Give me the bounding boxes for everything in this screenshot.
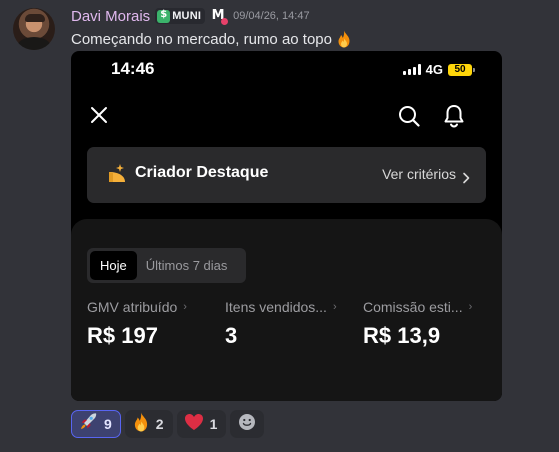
- add-reaction-button[interactable]: [230, 410, 265, 438]
- message-header: Davi Morais MUNI M 09/04/26, 14:47: [71, 7, 310, 25]
- metric-gmv[interactable]: GMV atribuído › R$ 197: [87, 299, 217, 349]
- server-tag-icon[interactable]: M: [210, 8, 229, 25]
- network-type: 4G: [425, 62, 443, 77]
- chevron-right-icon: ›: [183, 301, 187, 313]
- rocket-icon: [78, 412, 98, 436]
- sparkle-megaphone-icon: [107, 163, 127, 185]
- fire-emoji-icon: [336, 30, 352, 48]
- tab-last-7-days[interactable]: Últimos 7 dias: [137, 251, 237, 280]
- red-heart-icon: [184, 413, 204, 435]
- metric-items-sold-label: Itens vendidos...: [225, 299, 327, 315]
- status-bar-indicators: 4G 50: [402, 62, 475, 77]
- period-selector: Hoje Últimos 7 dias: [87, 248, 246, 283]
- smiley-icon: [238, 413, 256, 435]
- reaction-fire[interactable]: 2: [124, 410, 173, 438]
- chat-message: Davi Morais MUNI M 09/04/26, 14:47 Começ…: [0, 0, 559, 452]
- reaction-heart[interactable]: 1: [176, 410, 227, 438]
- bell-icon[interactable]: [443, 104, 465, 128]
- chevron-right-icon: [462, 169, 470, 184]
- reaction-count: 1: [209, 416, 218, 432]
- chevron-right-icon: ›: [332, 301, 337, 313]
- metric-gmv-value: R$ 197: [87, 323, 158, 348]
- signal-icon: [402, 64, 421, 75]
- tab-today[interactable]: Hoje: [90, 251, 137, 280]
- reaction-count: 2: [155, 416, 164, 432]
- stats-panel: Hoje Últimos 7 dias GMV atribuído › R$ 1…: [71, 219, 502, 401]
- attached-screenshot[interactable]: 14:46 4G 50 Criador Destaque Ver critéri…: [71, 51, 502, 401]
- username[interactable]: Davi Morais: [71, 8, 150, 25]
- creator-highlight-banner[interactable]: Criador Destaque Ver critérios: [87, 147, 486, 203]
- message-timestamp: 09/04/26, 14:47: [233, 10, 310, 22]
- metric-commission-value: R$ 13,9: [363, 323, 441, 348]
- reaction-count: 9: [104, 416, 112, 432]
- user-avatar[interactable]: [13, 8, 55, 50]
- reaction-rocket[interactable]: 9: [71, 410, 121, 438]
- status-bar-time: 14:46: [111, 59, 155, 78]
- metric-gmv-label: GMV atribuído: [87, 299, 178, 315]
- battery-icon: 50: [448, 63, 475, 76]
- reactions-bar: 9 2 1: [71, 410, 265, 438]
- close-icon[interactable]: [89, 105, 109, 125]
- message-content: Começando no mercado, rumo ao topo: [71, 30, 352, 48]
- metric-items-sold-value: 3: [225, 323, 238, 348]
- chevron-right-icon: ›: [468, 301, 473, 313]
- search-icon[interactable]: [398, 105, 420, 127]
- metric-commission[interactable]: Comissão esti... › R$ 13,9: [363, 299, 493, 349]
- role-badge[interactable]: MUNI: [155, 8, 206, 24]
- money-icon: [157, 9, 171, 23]
- role-badge-label: MUNI: [172, 10, 202, 22]
- creator-banner-title: Criador Destaque: [135, 164, 269, 181]
- metric-commission-label: Comissão esti...: [363, 299, 463, 315]
- fire-icon: [132, 412, 150, 436]
- message-text: Começando no mercado, rumo ao topo: [71, 30, 332, 48]
- view-criteria-link[interactable]: Ver critérios: [382, 166, 456, 182]
- metric-items-sold[interactable]: Itens vendidos... › 3: [225, 299, 355, 349]
